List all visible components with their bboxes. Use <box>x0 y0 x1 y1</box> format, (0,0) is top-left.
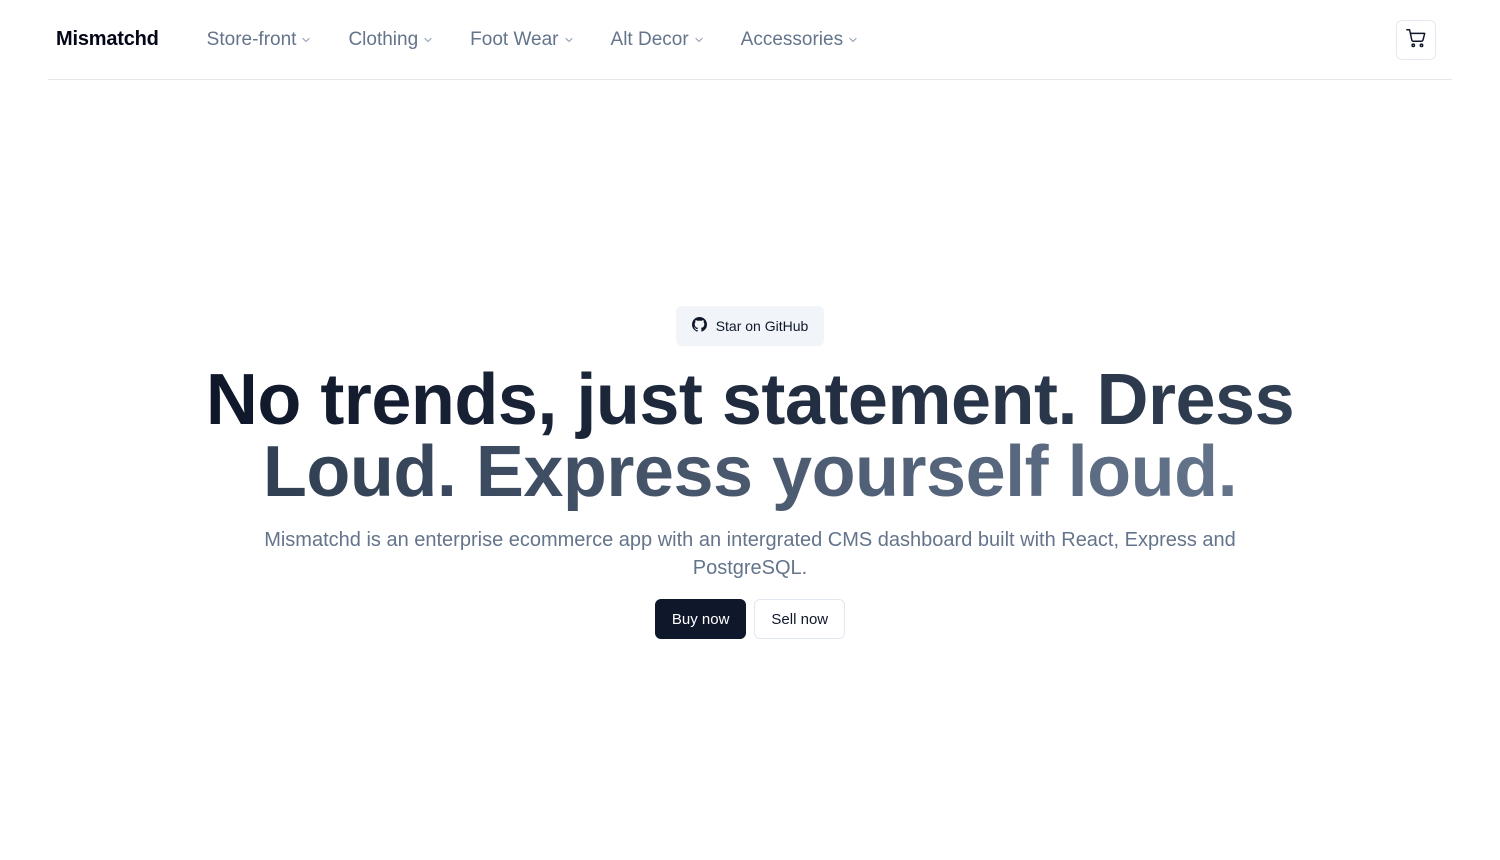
nav-item-label: Clothing <box>348 28 419 50</box>
hero-actions: Buy now Sell now <box>654 599 846 639</box>
nav-item-clothing[interactable]: Clothing <box>332 20 449 60</box>
nav-item-label: Accessories <box>740 28 844 50</box>
nav-item-label: Alt Decor <box>610 28 689 50</box>
main-nav: Store-front Clothing Foot Wear Alt Decor… <box>191 0 879 79</box>
brand-logo[interactable]: Mismatchd <box>56 28 159 51</box>
sell-now-button[interactable]: Sell now <box>754 599 846 639</box>
hero-subtitle: Mismatchd is an enterprise ecommerce app… <box>264 529 1236 579</box>
hero-headline-text: No trends, just statement. Dress Loud. E… <box>205 360 1295 512</box>
hero-headline: No trends, just statement. Dress Loud. E… <box>130 364 1370 508</box>
site-header: Mismatchd Store-front Clothing Foot Wear… <box>48 0 1452 80</box>
nav-item-accessories[interactable]: Accessories <box>725 20 874 60</box>
chevron-down-icon <box>301 35 311 45</box>
star-on-github-label: Star on GitHub <box>715 318 809 334</box>
nav-item-store-front[interactable]: Store-front <box>191 20 328 60</box>
buy-now-button[interactable]: Buy now <box>654 599 747 639</box>
chevron-down-icon <box>694 35 704 45</box>
star-on-github-link[interactable]: Star on GitHub <box>675 306 825 346</box>
chevron-down-icon <box>423 35 433 45</box>
chevron-down-icon <box>848 35 858 45</box>
shopping-cart-icon <box>1405 27 1427 54</box>
chevron-down-icon <box>564 35 574 45</box>
nav-item-label: Store-front <box>206 28 297 50</box>
hero-section: Star on GitHub No trends, just statement… <box>0 306 1500 639</box>
github-icon <box>691 317 716 335</box>
nav-item-foot-wear[interactable]: Foot Wear <box>454 20 589 60</box>
cart-button[interactable] <box>1396 20 1436 60</box>
nav-item-label: Foot Wear <box>470 28 559 50</box>
nav-item-alt-decor[interactable]: Alt Decor <box>595 20 720 60</box>
